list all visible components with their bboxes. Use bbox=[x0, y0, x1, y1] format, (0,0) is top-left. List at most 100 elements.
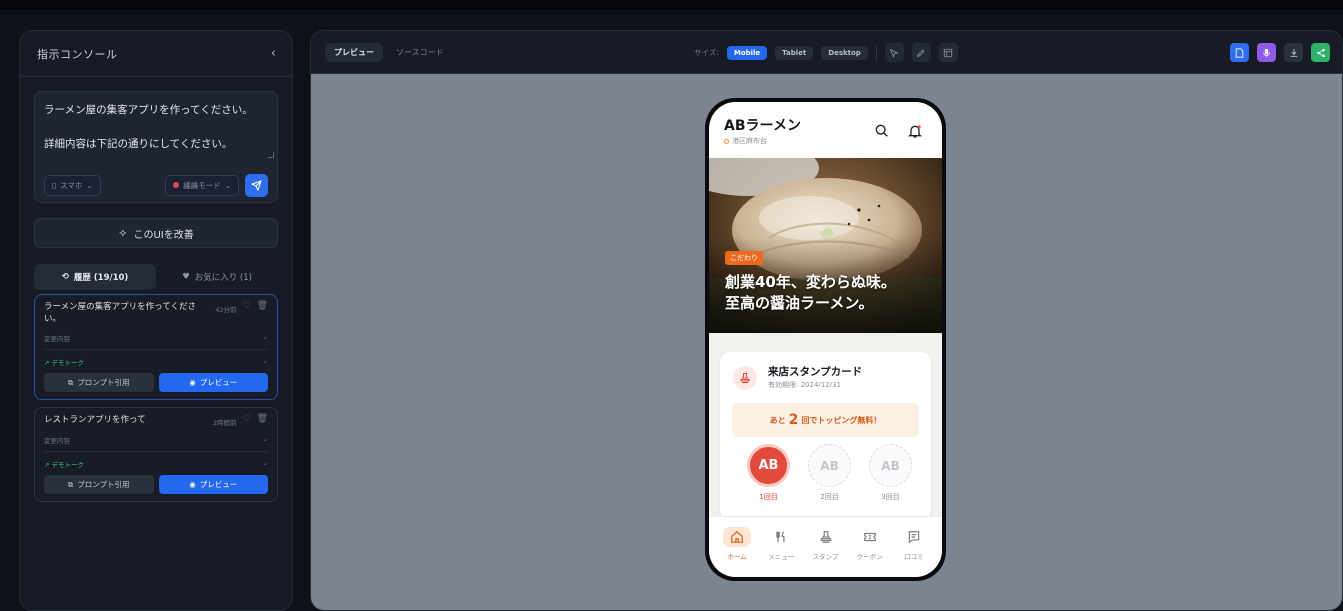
home-icon bbox=[731, 530, 743, 543]
tab-menu-label: メニュー bbox=[768, 553, 795, 561]
tab-stamp-label: スタンプ bbox=[812, 553, 839, 561]
stamp-card-title: 来店スタンプカード bbox=[768, 366, 863, 378]
history-item-time: 2時間前 bbox=[212, 419, 237, 427]
changes-toggle[interactable]: 変更内容 ⌄ bbox=[44, 325, 268, 350]
tab-reviews-label: 口コミ bbox=[904, 553, 924, 561]
stamp-label: 3回目 bbox=[881, 493, 900, 501]
history-item-time: 42分前 bbox=[215, 306, 237, 314]
trash-icon[interactable]: 🗑 bbox=[257, 301, 268, 311]
document-icon bbox=[1235, 47, 1244, 58]
tab-menu[interactable]: メニュー bbox=[759, 517, 803, 577]
device-select[interactable]: ▯ スマホ ⌄ bbox=[44, 174, 101, 196]
select-element-button[interactable] bbox=[884, 43, 904, 62]
banner-prefix: あと bbox=[769, 415, 786, 425]
changes-label: 変更内容 bbox=[44, 437, 70, 445]
share-button[interactable] bbox=[1311, 43, 1330, 62]
preview-panel: プレビュー ソースコード サイズ: Mobile Tablet Desktop bbox=[310, 30, 1343, 611]
instruction-console: 指示コンソール ‹ ラーメン屋の集客アプリを作ってください。 詳細内容は下記の通… bbox=[19, 30, 293, 611]
quote-prompt-button[interactable]: ⧉ プロンプト引用 bbox=[44, 475, 154, 494]
preview-canvas: ABラーメン 港区麻布台 こだわり 創業40年、変わらぬ味。 至高の醤油ラーメン… bbox=[311, 74, 1342, 610]
copy-icon: ⧉ bbox=[67, 377, 74, 387]
tab-stamp[interactable]: スタンプ bbox=[803, 517, 847, 577]
layout-button[interactable] bbox=[938, 43, 958, 62]
mic-button[interactable] bbox=[1257, 43, 1276, 62]
stamp-icon bbox=[733, 366, 757, 390]
edit-button[interactable] bbox=[911, 43, 931, 62]
tab-home[interactable]: ホーム bbox=[715, 517, 759, 577]
stamp-mark: AB bbox=[808, 444, 851, 487]
bottom-tab-bar: ホーム メニュー スタンプ クーポン 口コミ bbox=[709, 516, 942, 577]
mic-icon bbox=[1263, 48, 1270, 57]
quote-prompt-label: プロンプト引用 bbox=[77, 480, 130, 489]
tab-reviews[interactable]: 口コミ bbox=[892, 517, 936, 577]
chevron-down-icon: ⌄ bbox=[262, 435, 268, 443]
stamp-slot: AB 3回目 bbox=[869, 444, 912, 502]
demo-talk-label: デモトーク bbox=[51, 461, 85, 469]
favorite-heart-icon[interactable]: ♡ bbox=[242, 414, 250, 424]
tab-favorites-label: お気に入り (1) bbox=[194, 273, 252, 283]
changes-toggle[interactable]: 変更内容 ⌄ bbox=[44, 427, 268, 452]
chevron-down-icon: ⌄ bbox=[224, 180, 231, 190]
device-select-label: スマホ bbox=[60, 180, 83, 190]
eye-icon: ◉ bbox=[189, 480, 196, 489]
phone-icon: ▯ bbox=[52, 180, 57, 190]
improve-ui-button[interactable]: ✧ このUIを改善 bbox=[34, 218, 278, 248]
stamp-slot: AB 1回目 bbox=[747, 444, 790, 502]
tab-home-label: ホーム bbox=[727, 553, 747, 561]
preview-button[interactable]: ◉ プレビュー bbox=[158, 373, 268, 392]
bell-icon[interactable] bbox=[907, 123, 923, 139]
stamp-label: 2回目 bbox=[820, 493, 839, 501]
window-top-strip bbox=[0, 0, 1343, 10]
document-button[interactable] bbox=[1230, 43, 1249, 62]
layout-icon bbox=[944, 48, 953, 57]
favorite-heart-icon[interactable]: ♡ bbox=[242, 301, 250, 311]
chevron-down-icon: ⌄ bbox=[262, 459, 268, 467]
prompt-textarea[interactable]: ラーメン屋の集客アプリを作ってください。 詳細内容は下記の通りにしてください。 … bbox=[34, 91, 278, 203]
quote-prompt-label: プロンプト引用 bbox=[77, 378, 130, 387]
search-icon[interactable] bbox=[874, 123, 890, 139]
stamp-slot: AB 2回目 bbox=[808, 444, 851, 502]
size-tablet-button[interactable]: Tablet bbox=[775, 45, 814, 60]
prompt-controls: ▯ スマホ ⌄ 議論モード ⌄ bbox=[44, 173, 268, 197]
send-button[interactable] bbox=[245, 173, 268, 197]
hero-headline: 創業40年、変わらぬ味。 至高の醤油ラーメン。 bbox=[725, 272, 896, 314]
stamp-icon bbox=[820, 531, 831, 543]
hero-line2: 至高の醤油ラーメン。 bbox=[725, 294, 874, 312]
tab-history[interactable]: ⟲ 履歴 (19/10) bbox=[34, 264, 156, 290]
action-tools bbox=[1230, 31, 1330, 74]
download-icon bbox=[1290, 48, 1297, 57]
tab-coupon-label: クーポン bbox=[856, 553, 883, 561]
stamp-label: 1回目 bbox=[759, 493, 778, 501]
mode-select-label: 議論モード bbox=[183, 180, 221, 190]
preview-button[interactable]: ◉ プレビュー bbox=[158, 475, 268, 494]
send-icon bbox=[251, 179, 262, 191]
trash-icon[interactable]: 🗑 bbox=[257, 414, 268, 424]
reward-banner: あと 2 回でトッピング無料！ bbox=[732, 403, 919, 437]
stamp-mark: AB bbox=[869, 444, 912, 487]
resize-handle-icon[interactable] bbox=[268, 152, 274, 158]
demo-talk-toggle[interactable]: ↗ デモトーク ⌄ bbox=[44, 452, 268, 475]
download-button[interactable] bbox=[1284, 43, 1303, 62]
app-header: ABラーメン 港区麻布台 bbox=[709, 102, 942, 158]
share-icon bbox=[1316, 48, 1325, 57]
history-item[interactable]: ラーメン屋の集客アプリを作ってください。 42分前 ♡ 🗑 変更内容 ⌄ ↗ デ… bbox=[34, 294, 278, 400]
chevron-down-icon: ⌄ bbox=[86, 180, 93, 190]
mode-select[interactable]: 議論モード ⌄ bbox=[165, 174, 239, 196]
size-mobile-button[interactable]: Mobile bbox=[726, 45, 768, 60]
quote-prompt-button[interactable]: ⧉ プロンプト引用 bbox=[44, 373, 154, 392]
eye-icon: ◉ bbox=[189, 378, 196, 387]
collapse-chevron-icon[interactable]: ‹ bbox=[271, 46, 276, 61]
tab-source-code[interactable]: ソースコード bbox=[387, 43, 453, 62]
demo-talk-toggle[interactable]: ↗ デモトーク ⌄ bbox=[44, 350, 268, 373]
tab-favorites[interactable]: ♥ お気に入り (1) bbox=[156, 264, 278, 290]
history-item[interactable]: レストランアプリを作って 2時間前 ♡ 🗑 変更内容 ⌄ ↗ デモトーク ⌄ ⧉… bbox=[34, 407, 278, 502]
history-item-title: レストランアプリを作って bbox=[44, 415, 146, 425]
stamp-card[interactable]: 来店スタンプカード 有効期限: 2024/12/31 あと 2 回でトッピング無… bbox=[720, 352, 931, 520]
preview-toolbar: プレビュー ソースコード サイズ: Mobile Tablet Desktop bbox=[311, 31, 1342, 74]
banner-suffix: 回でトッピング無料！ bbox=[801, 415, 882, 425]
tab-preview[interactable]: プレビュー bbox=[325, 42, 383, 62]
demo-talk-label: デモトーク bbox=[51, 359, 85, 367]
preview-label: プレビュー bbox=[199, 378, 238, 387]
size-desktop-button[interactable]: Desktop bbox=[821, 45, 868, 60]
tab-coupon[interactable]: クーポン bbox=[848, 517, 892, 577]
